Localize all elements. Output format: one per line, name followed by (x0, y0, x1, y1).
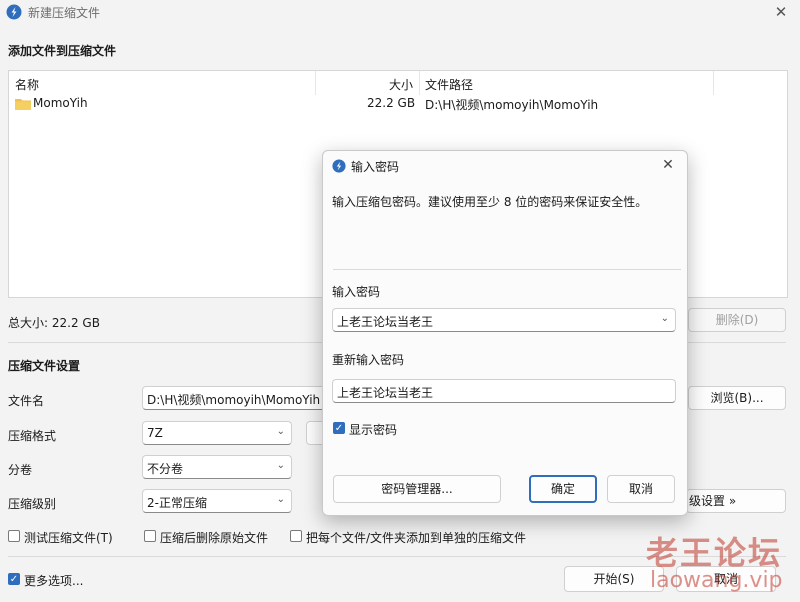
volume-label: 分卷 (8, 463, 33, 477)
app-arrow-icon (332, 159, 346, 173)
file-row-name[interactable]: MomoYih (33, 96, 88, 110)
dialog-title: 输入密码 (351, 160, 400, 174)
dialog-cancel-button[interactable]: 取消 (607, 475, 675, 503)
show-password-checkbox[interactable]: ✓ (333, 422, 345, 434)
password-manager-button[interactable]: 密码管理器... (333, 475, 501, 503)
format-select[interactable]: 7Z ⌄ (142, 421, 292, 445)
total-size: 总大小: 22.2 GB (8, 316, 100, 330)
separate-archives-checkbox-label[interactable]: 把每个文件/文件夹添加到单独的压缩文件 (306, 529, 526, 546)
show-password-label[interactable]: 显示密码 (349, 421, 397, 438)
delete-after-checkbox-label[interactable]: 压缩后删除原始文件 (160, 529, 268, 546)
folder-icon (15, 99, 31, 110)
file-row-size: 22.2 GB (367, 96, 416, 110)
test-checkbox[interactable] (8, 530, 20, 542)
password-value: 上老王论坛当老王 (337, 315, 434, 329)
dialog-ok-button[interactable]: 确定 (529, 475, 597, 503)
chevron-down-icon: ⌄ (660, 313, 669, 324)
file-row-path: D:\H\视频\momoyih\MomoYih (425, 98, 599, 112)
format-value: 7Z (147, 426, 163, 440)
more-options-checkbox[interactable]: ✓ (8, 573, 20, 585)
level-label: 压缩级别 (8, 497, 57, 511)
column-header-size[interactable]: 大小 (389, 76, 413, 93)
title-bar: 新建压缩文件 ✕ (0, 0, 800, 26)
chevron-down-icon: ⌄ (276, 460, 285, 471)
dialog-description: 输入压缩包密码。建议使用至少 8 位的密码来保证安全性。 (332, 195, 648, 209)
delete-button[interactable]: 删除(D) (688, 308, 786, 332)
reenter-password-input[interactable]: 上老王论坛当老王 (332, 379, 676, 403)
settings-section-title: 压缩文件设置 (8, 359, 81, 373)
column-header-path[interactable]: 文件路径 (425, 76, 473, 93)
separate-archives-checkbox[interactable] (290, 530, 302, 542)
browse-button[interactable]: 浏览(B)... (688, 386, 786, 410)
dialog-close-icon[interactable]: ✕ (657, 155, 679, 175)
level-value: 2-正常压缩 (147, 496, 207, 510)
chevron-down-icon: ⌄ (276, 494, 285, 505)
files-section-title: 添加文件到压缩文件 (8, 44, 117, 58)
window-title: 新建压缩文件 (28, 6, 101, 20)
test-checkbox-label[interactable]: 测试压缩文件(T) (24, 529, 113, 546)
level-select[interactable]: 2-正常压缩 ⌄ (142, 489, 292, 513)
advanced-settings-button[interactable]: 级设置 » (686, 489, 786, 513)
volume-select[interactable]: 不分卷 ⌄ (142, 455, 292, 479)
chevron-down-icon: ⌄ (276, 426, 285, 437)
reenter-password-label: 重新输入密码 (332, 353, 405, 367)
filename-label: 文件名 (8, 394, 45, 408)
volume-value: 不分卷 (147, 462, 184, 476)
password-dialog: 输入密码 ✕ 输入压缩包密码。建议使用至少 8 位的密码来保证安全性。 输入密码… (322, 150, 688, 516)
delete-after-checkbox[interactable] (144, 530, 156, 542)
close-icon[interactable]: ✕ (770, 2, 792, 22)
password-label: 输入密码 (332, 285, 381, 299)
app-arrow-icon (6, 4, 22, 20)
format-label: 压缩格式 (8, 429, 57, 443)
more-options-label[interactable]: 更多选项... (24, 572, 83, 589)
watermark-url: laowang.vip (650, 568, 783, 593)
column-header-name[interactable]: 名称 (15, 76, 39, 93)
password-input[interactable]: 上老王论坛当老王 ⌄ (332, 308, 676, 332)
